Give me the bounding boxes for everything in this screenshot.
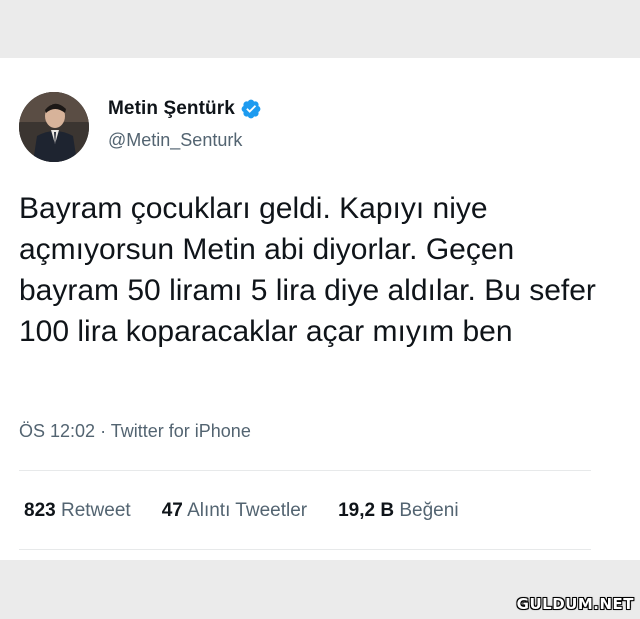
avatar-image xyxy=(19,92,89,162)
tweet-time[interactable]: ÖS 12:02 xyxy=(19,421,95,441)
tweet-meta: ÖS 12:02 · Twitter for iPhone xyxy=(19,421,251,442)
avatar[interactable] xyxy=(19,92,89,162)
like-label: Beğeni xyxy=(399,500,459,521)
like-stat[interactable]: 19,2 B Beğeni xyxy=(338,500,458,522)
verified-badge-icon xyxy=(241,99,261,119)
author-name[interactable]: Metin Şentürk xyxy=(108,98,235,120)
divider xyxy=(19,549,591,550)
tweet-stats: 823 Retweet 47 Alıntı Tweetler 19,2 B Be… xyxy=(24,500,490,522)
tweet-card: Metin Şentürk @Metin_Senturk Bayram çocu… xyxy=(0,58,640,560)
quote-tweet-label: Alıntı Tweetler xyxy=(187,500,308,521)
quote-tweet-count: 47 xyxy=(161,500,183,521)
author-handle[interactable]: @Metin_Senturk xyxy=(108,130,242,151)
watermark: GULDUM.NET xyxy=(516,595,634,613)
retweet-stat[interactable]: 823 Retweet xyxy=(24,500,131,522)
divider xyxy=(19,470,591,471)
tweet-text: Bayram çocukları geldi. Kapıyı niye açmı… xyxy=(19,192,596,348)
retweet-count: 823 xyxy=(24,500,56,521)
quote-tweet-stat[interactable]: 47 Alıntı Tweetler xyxy=(162,500,307,522)
meta-separator: · xyxy=(100,421,107,441)
author-name-row: Metin Şentürk xyxy=(108,98,262,120)
tweet-source[interactable]: Twitter for iPhone xyxy=(111,421,251,441)
retweet-label: Retweet xyxy=(60,500,131,521)
like-count: 19,2 B xyxy=(338,500,395,521)
